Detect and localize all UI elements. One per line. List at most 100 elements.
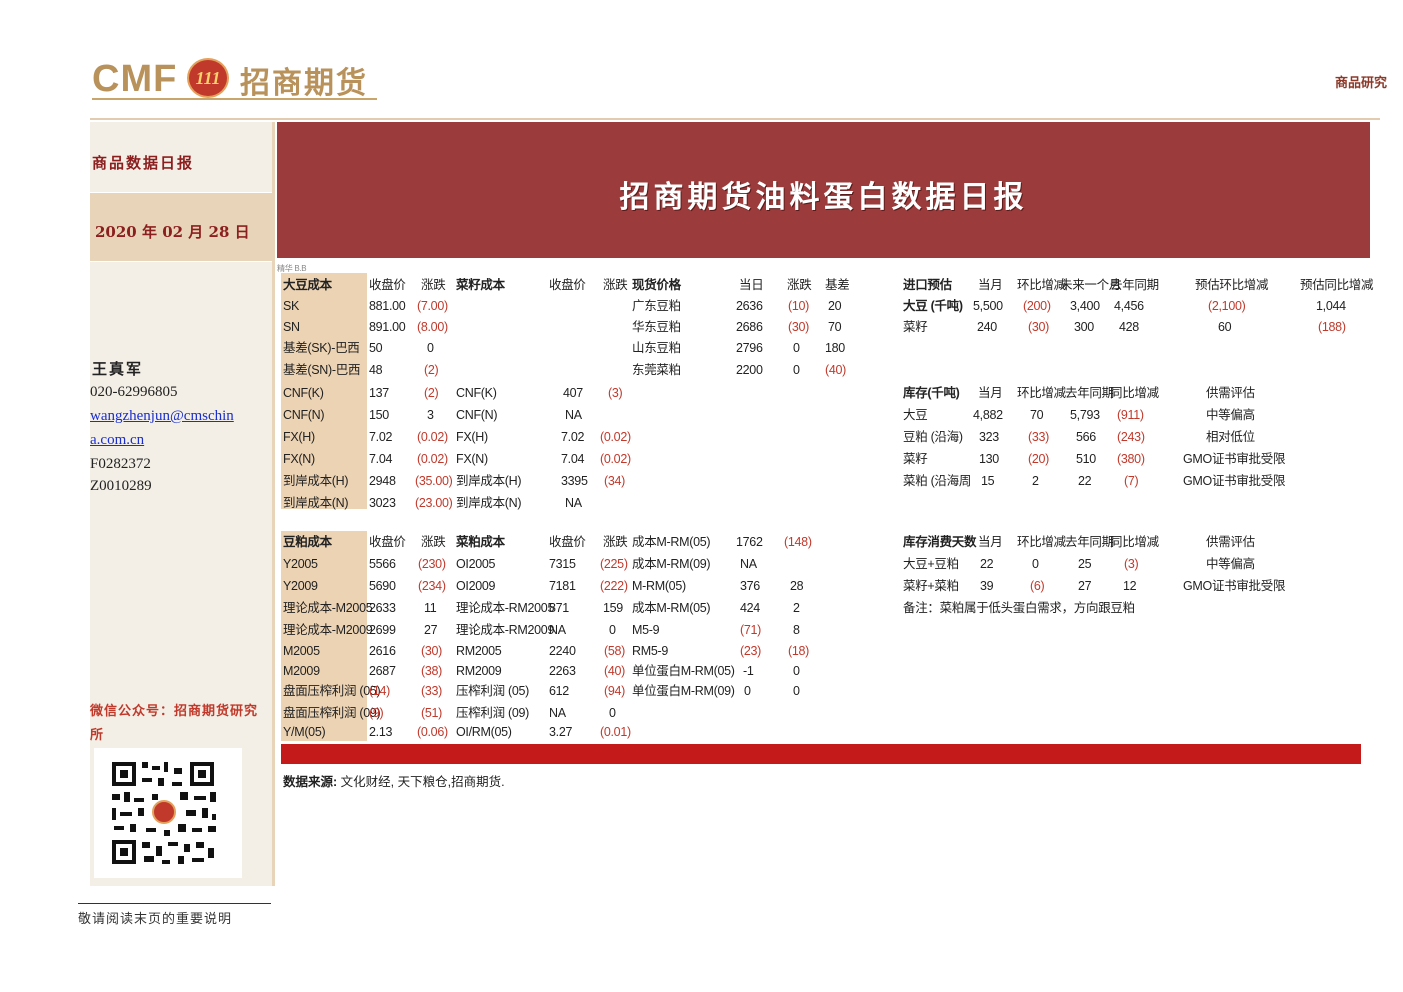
table-cell: (18) [788, 644, 810, 658]
table-cell: FX(H) [283, 430, 315, 444]
table-cell: 到岸成本(H) [456, 474, 522, 488]
table-cell: 0 [1032, 557, 1039, 571]
table-cell: OI/RM(05) [456, 725, 512, 739]
rapemeal-close-header: 收盘价 [549, 535, 586, 549]
table-cell: (6) [1030, 579, 1045, 593]
table-cell: 2 [793, 601, 800, 615]
table-cell: 中等偏高 [1206, 557, 1255, 571]
table-cell: 大豆 (千吨) [903, 299, 963, 313]
consumption-lastyear-header: 去年同期 [1065, 535, 1114, 549]
table-cell: (222) [600, 579, 628, 593]
table-cell: GMO证书审批受限 [1183, 474, 1286, 488]
rapeseed-cost-header: 菜籽成本 [456, 278, 505, 292]
table-cell: (30) [788, 320, 810, 334]
consumption-month-header: 当月 [978, 535, 1003, 549]
table-cell: (51) [421, 706, 443, 720]
inventory-eval-header: 供需评估 [1206, 386, 1255, 400]
table-cell: NA [549, 706, 566, 720]
table-cell: 27 [1078, 579, 1092, 593]
author-email-link[interactable]: wangzhenjun@cmschin [90, 408, 234, 425]
table-cell: 7.04 [369, 452, 393, 466]
table-cell: 12 [1123, 579, 1137, 593]
data-source-line: 数据来源: 文化财经, 天下粮仓,招商期货. [283, 771, 505, 790]
table-cell: (7.00) [417, 299, 448, 313]
import-mom-header: 环比增减 [1017, 278, 1066, 292]
table-cell: 7.04 [561, 452, 585, 466]
table-cell: 240 [977, 320, 997, 334]
inventory-month-header: 当月 [978, 386, 1003, 400]
table-cell: CNF(N) [283, 408, 325, 422]
data-source-text: 文化财经, 天下粮仓,招商期货. [337, 775, 505, 789]
table-cell: 5690 [369, 579, 396, 593]
consumption-days-header: 库存消费天数 [903, 535, 977, 549]
table-cell: 7.02 [561, 430, 585, 444]
import-est-yoy-header: 预估同比增减 [1300, 278, 1374, 292]
table-cell: 0 [793, 684, 800, 698]
table-cell: 5,500 [973, 299, 1003, 313]
table-cell: 871 [549, 601, 569, 615]
table-cell: 0 [744, 684, 751, 698]
table-cell: M2005 [283, 644, 320, 658]
table-cell: 3.27 [549, 725, 573, 739]
table-cell: 0 [609, 706, 616, 720]
table-cell: (200) [1023, 299, 1051, 313]
table-cell: 5566 [369, 557, 396, 571]
table-cell: 48 [369, 363, 383, 377]
qr-code-icon [94, 748, 242, 878]
table-cell: 豆粕 (沿海) [903, 430, 963, 444]
table-cell: 压榨利润 (05) [456, 684, 530, 698]
table-cell: CNF(K) [456, 386, 497, 400]
wechat-account-label: 微信公众号：招商期货研究所 [90, 704, 259, 743]
table-cell: 盘面压榨利润 (05) [283, 684, 381, 698]
inventory-mom-header: 环比增减 [1017, 386, 1066, 400]
table-cell: 2.13 [369, 725, 393, 739]
table-cell: 150 [369, 408, 389, 422]
author-email-link-cont[interactable]: a.com.cn [90, 432, 144, 449]
table-cell: 323 [979, 430, 999, 444]
table-cell: 7181 [549, 579, 576, 593]
table-cell: (0.02) [600, 452, 631, 466]
table-cell: 0 [427, 341, 434, 355]
author-name: 王真军 [92, 360, 144, 378]
table-cell: 菜籽 [903, 452, 928, 466]
footer-divider [78, 903, 271, 904]
table-cell: (7) [1124, 474, 1139, 488]
spot-header: 现货价格 [632, 278, 681, 292]
table-cell: 压榨利润 (09) [456, 706, 530, 720]
table-cell: NA [565, 496, 582, 510]
meal-change-header: 涨跌 [421, 535, 446, 549]
table-cell: FX(N) [283, 452, 315, 466]
table-cell: (380) [1117, 452, 1145, 466]
sidebar-divider [272, 122, 275, 886]
table-cell: 到岸成本(H) [283, 474, 349, 488]
table-cell: (243) [1117, 430, 1145, 444]
table-cell: 大豆 [903, 408, 928, 422]
table-cell: 22 [980, 557, 994, 571]
logo-mark-icon: 111 [187, 58, 229, 98]
table-cell: 566 [1076, 430, 1096, 444]
table-cell: 137 [369, 386, 389, 400]
table-cell: (94) [604, 684, 626, 698]
logo-cmf-text: CMF [92, 58, 178, 100]
table-cell: 理论成本-M2005 [283, 601, 373, 615]
table-cell: 0 [793, 341, 800, 355]
table-cell: 理论成本-M2009 [283, 623, 373, 637]
inventory-lastyear-header: 去年同期 [1065, 386, 1114, 400]
author-cert-invest: Z0010289 [90, 478, 152, 494]
table-cell: 4,456 [1114, 299, 1144, 313]
table-cell: (148) [784, 535, 812, 549]
table-cell: CNF(N) [456, 408, 498, 422]
table-cell: 70 [1030, 408, 1044, 422]
table-cell: 0 [793, 664, 800, 678]
footer-disclaimer-note: 敬请阅读末页的重要说明 [78, 912, 233, 927]
import-lastyear-header: 去年同期 [1110, 278, 1159, 292]
table-cell: 到岸成本(N) [456, 496, 522, 510]
table-cell: 4,882 [973, 408, 1003, 422]
inventory-header: 库存(千吨) [903, 386, 960, 400]
table-cell: 3,400 [1070, 299, 1100, 313]
table-cell: 2 [1032, 474, 1039, 488]
table-cell: 50 [369, 341, 383, 355]
header-divider [90, 118, 1380, 120]
wechat-qr-code [94, 748, 242, 878]
table-footer-bar [281, 744, 1361, 764]
